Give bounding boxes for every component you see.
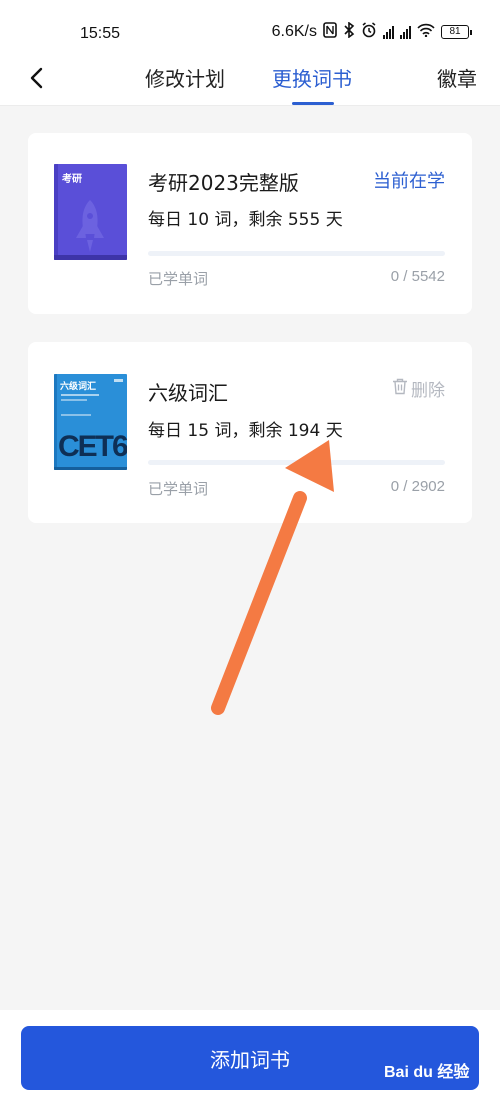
learned-count: 0 / 2902 [390, 478, 445, 495]
book-plan: 每日 10 词，剩余 555 天 [148, 210, 343, 230]
book-card-cet6[interactable]: 六级词汇 CET6 六级词汇 删除 每日 15 词，剩余 194 天 已学单词 … [28, 342, 472, 523]
book-title: 六级词汇 [148, 381, 228, 405]
status-bar: 15:55 6.6K/s 81 [0, 0, 500, 50]
learned-label: 已学单词 [148, 480, 209, 498]
delete-button[interactable]: 删除 [392, 376, 445, 401]
status-icons: 6.6K/s 81 [271, 21, 472, 42]
learned-label: 已学单词 [148, 270, 209, 288]
nav-bar: 修改计划 更换词书 徽章 [0, 50, 500, 106]
book-cover-cet6: 六级词汇 CET6 [54, 374, 127, 470]
wifi-icon [417, 23, 435, 41]
current-learning-badge: 当前在学 [373, 171, 445, 192]
battery-level: 81 [441, 25, 469, 39]
progress-bar [148, 251, 445, 256]
book-plan: 每日 15 词，剩余 194 天 [148, 421, 343, 441]
book-card-kaoyan[interactable]: 考研 考研2023完整版 当前在学 每日 10 词，剩余 555 天 已学单词 … [28, 133, 472, 314]
cover-label: 六级词汇 [60, 382, 97, 392]
chevron-left-icon[interactable] [26, 66, 48, 90]
net-speed: 6.6K/s [271, 23, 317, 40]
progress-bar [148, 460, 445, 465]
cover-label: 考研 [62, 174, 82, 185]
cover-big-text: CET6 [58, 430, 127, 463]
nfc-icon [323, 22, 337, 42]
baidu-watermark: Bai du 经验 [384, 1064, 470, 1081]
bluetooth-icon [343, 21, 355, 42]
delete-label: 删除 [411, 381, 445, 401]
alarm-icon [361, 22, 377, 42]
book-cover-kaoyan: 考研 [54, 164, 127, 260]
status-time: 15:55 [80, 25, 121, 42]
tab-badges[interactable]: 徽章 [437, 63, 477, 92]
battery-icon: 81 [441, 25, 472, 39]
tab-edit-plan[interactable]: 修改计划 [145, 63, 225, 92]
active-tab-indicator [292, 102, 334, 105]
hd-signal-icon [400, 25, 411, 39]
book-title: 考研2023完整版 [148, 171, 299, 195]
hd-signal-icon [383, 25, 394, 39]
learned-count: 0 / 5542 [390, 268, 445, 285]
tab-change-book[interactable]: 更换词书 [272, 63, 352, 92]
trash-icon [392, 378, 408, 400]
